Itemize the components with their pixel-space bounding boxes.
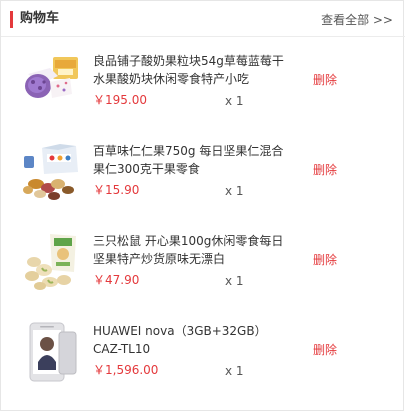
product-price: ￥1,596.00 [93,363,159,377]
product-name[interactable]: 百草味仁仁果750g 每日坚果仁混合果仁300克干果零食 [93,142,291,178]
cart-item: HUAWEI nova（3GB+32GB）CAZ-TL10 ￥1,596.00 … [1,307,405,397]
product-price: ￥15.90 [93,183,140,197]
product-image-yogurt-snack[interactable] [20,52,80,112]
product-quantity: x 1 [225,184,244,198]
product-name[interactable]: HUAWEI nova（3GB+32GB）CAZ-TL10 [93,322,291,358]
delete-button[interactable]: 删除 [313,162,337,178]
header-accent-bar [10,11,13,28]
product-image-huawei-phone[interactable] [20,322,80,382]
cart-item: 百草味仁仁果750g 每日坚果仁混合果仁300克干果零食 ￥15.90 x 1 … [1,127,405,217]
delete-button[interactable]: 删除 [313,252,337,268]
cart-title: 购物车 [20,11,60,26]
product-name[interactable]: 良品铺子酸奶果粒块54g草莓蓝莓干水果酸奶块休闲零食特产小吃 [93,52,291,88]
product-image-mixed-nuts[interactable] [20,142,80,202]
product-image-pistachio[interactable] [20,232,80,292]
cart-header: 购物车 查看全部 >> [1,1,405,37]
product-name[interactable]: 三只松鼠 开心果100g休闲零食每日坚果特产炒货原味无漂白 [93,232,291,268]
delete-button[interactable]: 删除 [313,72,337,88]
cart-panel: 购物车 查看全部 >> 良品铺子酸奶果粒块54g草莓蓝莓干水果酸奶块休闲零食特产… [0,0,405,411]
delete-button[interactable]: 删除 [313,342,337,358]
cart-item: 三只松鼠 开心果100g休闲零食每日坚果特产炒货原味无漂白 ￥47.90 x 1… [1,217,405,307]
product-quantity: x 1 [225,364,244,378]
product-price: ￥47.90 [93,273,140,287]
product-quantity: x 1 [225,94,244,108]
product-quantity: x 1 [225,274,244,288]
view-all-link[interactable]: 查看全部 >> [321,12,393,28]
cart-item: 良品铺子酸奶果粒块54g草莓蓝莓干水果酸奶块休闲零食特产小吃 ￥195.00 x… [1,37,405,127]
product-price: ￥195.00 [93,93,147,107]
